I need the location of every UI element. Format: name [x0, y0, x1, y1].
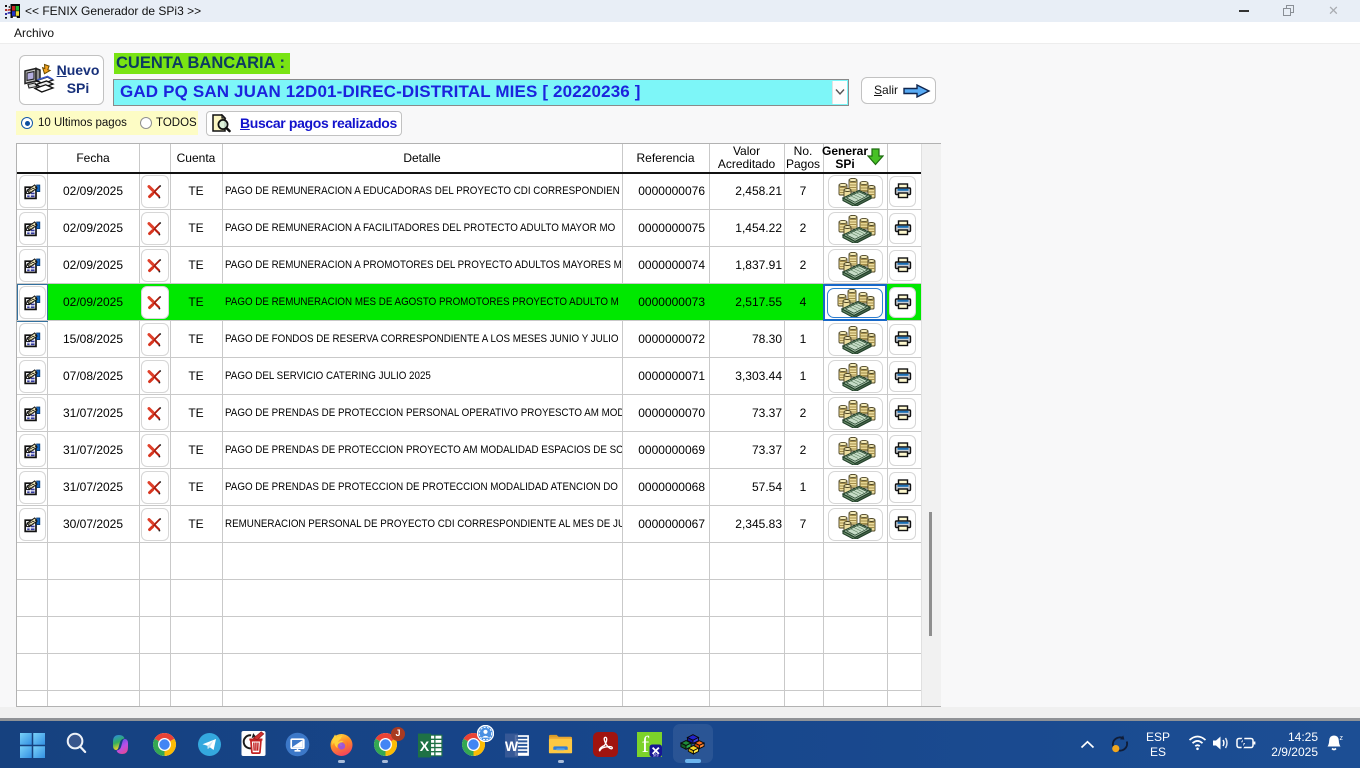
svg-text:sls: sls [653, 753, 659, 757]
svg-text:W: W [505, 738, 519, 754]
svg-text:f: f [642, 732, 650, 757]
svg-text:z: z [1340, 735, 1344, 742]
svg-text:X: X [420, 738, 430, 754]
